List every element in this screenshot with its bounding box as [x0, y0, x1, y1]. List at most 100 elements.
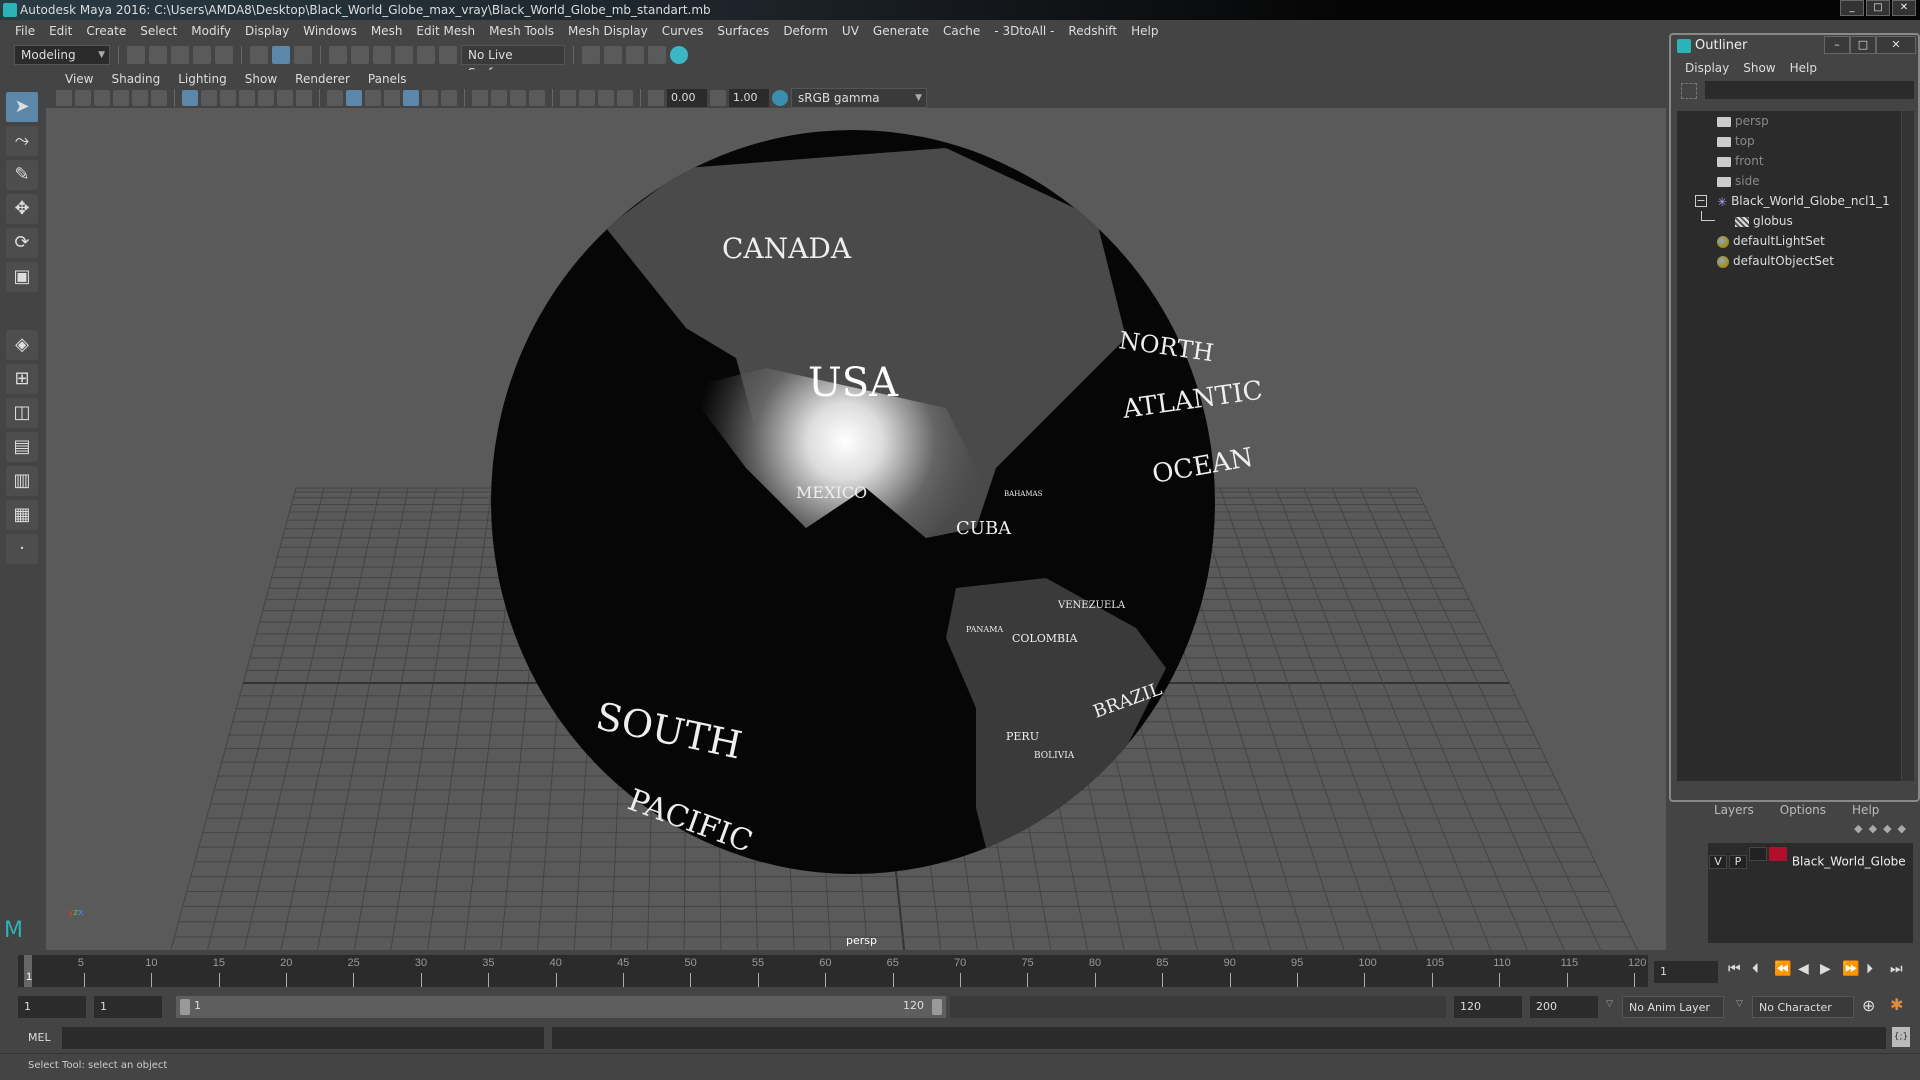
ipr-render-icon[interactable]: [626, 46, 644, 64]
paint-select-tool-icon[interactable]: ✎: [6, 160, 38, 190]
safe-action-icon[interactable]: [277, 90, 293, 106]
outliner-vertical-scrollbar[interactable]: [1902, 111, 1914, 781]
viewport-menu-panels[interactable]: Panels: [359, 72, 416, 86]
hypershade-layout-icon[interactable]: ▦: [6, 500, 38, 530]
four-view-layout-icon[interactable]: ⊞: [6, 364, 38, 394]
snap-curve-icon[interactable]: [351, 46, 369, 64]
menu-curves[interactable]: Curves: [655, 24, 711, 38]
undo-icon[interactable]: [193, 46, 211, 64]
menu-mesh[interactable]: Mesh: [364, 24, 410, 38]
snap-live-icon[interactable]: [439, 46, 457, 64]
single-view-layout-icon[interactable]: ◈: [6, 330, 38, 360]
outliner-item[interactable]: globus: [1677, 211, 1901, 231]
layers-menu-options[interactable]: Options: [1766, 803, 1838, 817]
film-gate-icon[interactable]: [201, 90, 217, 106]
range-start-handle[interactable]: [180, 999, 190, 1015]
playback-start-field[interactable]: 1: [94, 996, 162, 1018]
rotate-tool-icon[interactable]: ⟳: [6, 228, 38, 258]
layer-visibility-toggle[interactable]: V: [1709, 855, 1727, 869]
anim-layer-arrow-icon[interactable]: ▽: [1606, 999, 1613, 1009]
gamma-icon[interactable]: [710, 90, 726, 106]
outliner-item[interactable]: front: [1677, 151, 1901, 171]
wireframe-icon[interactable]: [327, 90, 343, 106]
layer-row[interactable]: VP Black_World_Globe: [1708, 843, 1913, 943]
viewport-menu-renderer[interactable]: Renderer: [286, 72, 359, 86]
outliner-close-button[interactable]: ✕: [1876, 36, 1916, 54]
menu-create[interactable]: Create: [79, 24, 133, 38]
custom-layout-icon[interactable]: ·: [6, 534, 38, 564]
move-layer-up-icon[interactable]: ◆: [1854, 822, 1868, 835]
outliner-minimize-button[interactable]: –: [1824, 36, 1850, 54]
exposure-field[interactable]: 0.00: [667, 89, 707, 107]
bookmark-icon[interactable]: [94, 90, 110, 106]
layer-playback-toggle[interactable]: P: [1729, 855, 1747, 869]
anim-layer-dropdown[interactable]: No Anim Layer: [1622, 996, 1724, 1018]
gamma-field[interactable]: 1.00: [729, 89, 769, 107]
default-material-icon[interactable]: [365, 90, 381, 106]
outliner-item[interactable]: defaultObjectSet: [1677, 251, 1901, 271]
close-button[interactable]: ✕: [1892, 0, 1916, 16]
mode-dropdown[interactable]: Modeling ▼: [14, 45, 110, 65]
step-forward-key-button[interactable]: ⏩: [1842, 961, 1859, 977]
image-plane-icon[interactable]: [113, 90, 129, 106]
depth-of-field-icon[interactable]: [529, 90, 545, 106]
layer-type-toggle[interactable]: [1749, 847, 1767, 861]
go-to-end-button[interactable]: ⏭: [1890, 961, 1903, 977]
save-scene-icon[interactable]: [171, 46, 189, 64]
outliner-maximize-button[interactable]: □: [1850, 36, 1876, 54]
outliner-search-input[interactable]: [1705, 81, 1914, 99]
maximize-button[interactable]: □: [1866, 0, 1890, 16]
xray-icon[interactable]: [579, 90, 595, 106]
menu-mesh-tools[interactable]: Mesh Tools: [482, 24, 561, 38]
safe-title-icon[interactable]: [296, 90, 312, 106]
camera-attributes-icon[interactable]: [75, 90, 91, 106]
go-to-start-button[interactable]: ⏮: [1728, 961, 1741, 977]
color-management-toggle[interactable]: [772, 90, 788, 106]
character-set-dropdown[interactable]: No Character Set: [1752, 996, 1854, 1036]
menu-edit-mesh[interactable]: Edit Mesh: [409, 24, 482, 38]
graph-layout-icon[interactable]: ▥: [6, 466, 38, 496]
select-component-icon[interactable]: [294, 46, 312, 64]
menu-redshift[interactable]: Redshift: [1061, 24, 1124, 38]
snap-grid-icon[interactable]: [329, 46, 347, 64]
outliner-menu-help[interactable]: Help: [1786, 61, 1827, 75]
new-layer-selected-icon[interactable]: ◆: [1898, 822, 1912, 835]
textured-icon[interactable]: [403, 90, 419, 106]
viewport-menu-view[interactable]: View: [56, 72, 102, 86]
pan-zoom-icon[interactable]: [132, 90, 148, 106]
animation-preferences-icon[interactable]: ✱: [1890, 995, 1903, 1014]
menu-modify[interactable]: Modify: [184, 24, 238, 38]
two-view-layout-icon[interactable]: ◫: [6, 398, 38, 428]
viewport-menu-lighting[interactable]: Lighting: [169, 72, 236, 86]
resolution-gate-icon[interactable]: [220, 90, 236, 106]
new-layer-icon[interactable]: ◆: [1883, 822, 1897, 835]
play-forward-button[interactable]: ▶: [1820, 961, 1831, 977]
menu-surfaces[interactable]: Surfaces: [710, 24, 776, 38]
menu-mesh-display[interactable]: Mesh Display: [561, 24, 655, 38]
step-back-key-button[interactable]: ⏪: [1774, 961, 1791, 977]
globe-model[interactable]: CANADA USA MEXICO NORTH ATLANTIC OCEAN C…: [46, 108, 1666, 950]
collapse-toggle-icon[interactable]: −: [1695, 195, 1707, 207]
isolate-select-icon[interactable]: [560, 90, 576, 106]
grid-icon[interactable]: [182, 90, 198, 106]
viewport-persp[interactable]: CANADA USA MEXICO NORTH ATLANTIC OCEAN C…: [46, 108, 1666, 950]
color-space-dropdown[interactable]: sRGB gamma ▼: [791, 88, 927, 108]
layers-menu-layers[interactable]: Layers: [1700, 803, 1766, 817]
snap-view-icon[interactable]: [395, 46, 413, 64]
menu-generate[interactable]: Generate: [866, 24, 936, 38]
render-sequence-icon[interactable]: [604, 46, 622, 64]
redo-icon[interactable]: [215, 46, 233, 64]
xray-joints-icon[interactable]: [598, 90, 614, 106]
scale-tool-icon[interactable]: ▣: [6, 262, 38, 292]
current-time-marker[interactable]: 1: [26, 971, 32, 983]
camera-icon[interactable]: [56, 90, 72, 106]
range-end-handle[interactable]: [932, 999, 942, 1015]
menu-display[interactable]: Display: [238, 24, 296, 38]
auto-key-icon[interactable]: ⊕: [1862, 996, 1875, 1015]
menu-help[interactable]: Help: [1124, 24, 1165, 38]
outliner-menu-show[interactable]: Show: [1739, 61, 1785, 75]
select-object-icon[interactable]: [272, 46, 290, 64]
anti-aliasing-icon[interactable]: [510, 90, 526, 106]
menu-uv[interactable]: UV: [835, 24, 866, 38]
step-back-frame-button[interactable]: ⏴: [1752, 961, 1759, 977]
